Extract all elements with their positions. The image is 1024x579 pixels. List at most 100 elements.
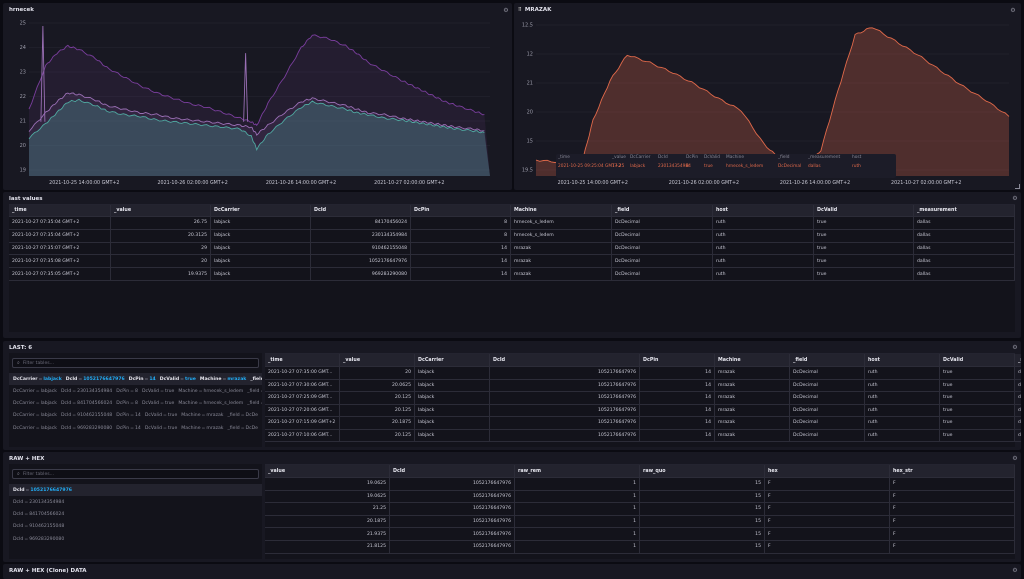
column-header[interactable]: raw_rem [515,465,640,478]
table-row[interactable]: 2021-10-27 07:15:09 GMT+2 20.1875 labjack 1… [265,417,1021,430]
table-row[interactable]: 21.25 1052176647976 1 15 F F [265,503,1015,516]
tag-pair: _field=DcDe [250,376,262,382]
column-header[interactable]: _measurement [914,205,1015,217]
table-cell: 1 [515,541,640,554]
table-cell: 19.9375 [111,268,211,281]
table-cell: 2021-10-27 07:35:04 GMT+2 [9,229,111,243]
column-header[interactable]: DcId [390,465,515,478]
tooltip-value: true [704,164,713,169]
table-cell: hrnecek_s_ledem [511,217,612,230]
filter-tables-input[interactable]: ⌕ Filter tables... [12,469,259,479]
column-header[interactable]: DcValid [814,205,914,217]
table-selector-item[interactable]: DcId=1052176647976 [9,484,262,496]
table-selector-item[interactable]: DcCarrier=labjack DcId=230134354984 DcPin=… [9,385,262,397]
table-row[interactable]: 2021-10-27 07:20:06 GMT... 20.125 labjack 1… [265,404,1021,417]
table-cell: 2021-10-27 07:35:08 GMT+2 [9,255,111,269]
table-row[interactable]: 19.0625 1052176647976 1 15 F F [265,490,1015,504]
tooltip-header: host [852,155,862,160]
column-header[interactable]: raw_quo [640,465,765,478]
gear-icon[interactable]: ⚙ [1012,195,1018,202]
column-header[interactable]: _value [265,465,390,478]
table-cell: 19.0625 [265,490,390,504]
table-cell: 2021-10-27 07:35:07 GMT+2 [9,242,111,256]
column-header[interactable]: _field [790,354,865,367]
column-header[interactable]: Machine [715,354,790,367]
column-header[interactable]: DcPin [640,354,715,367]
table-cell: ruth [865,417,940,430]
table-selector-item[interactable]: DcCarrier=labjack DcId=841704566024 DcPin=… [9,398,262,410]
column-header[interactable]: hex_str [890,465,1015,478]
column-header[interactable]: _time [265,354,340,367]
table-cell: 2021-10-27 07:35:04 GMT+2 [9,217,111,230]
table-selector-item[interactable]: DcCarrier=labjack DcId=910462155048 DcPin=… [9,410,262,422]
table-cell: mrazak [715,392,790,405]
column-header[interactable]: DcValid [940,354,1015,367]
raw-hex-table[interactable]: _value DcId raw_rem raw_quo hex hex_str 19.062… [265,464,1015,559]
table-selector-item[interactable]: DcCarrier=labjack DcId=969283290080 DcPin=… [9,422,262,434]
last-values-table[interactable]: _time _value DcCarrier DcId DcPin Machine _fie… [9,204,1015,332]
table-cell: ruth [865,404,940,417]
table-cell: 8 [411,217,511,230]
table-row[interactable]: 21.9375 1052176647976 1 15 F F [265,528,1015,541]
tooltip-value: 8 [686,164,689,169]
table-tag-list: DcCarrier=labjack DcId=1052176647976 DcPin… [9,373,262,447]
column-header[interactable]: host [713,205,814,217]
tag-pair: DcId=1052176647976 [13,487,72,493]
table-cell: dallas [914,255,1015,269]
table-row[interactable]: 2021-10-27 07:10:06 GMT... 20.125 labjack 1… [265,429,1021,442]
table-row[interactable]: 19.0625 1052176647976 1 15 F F [265,478,1015,491]
table-selector-item[interactable]: DcCarrier=labjack DcId=1052176647976 DcPin… [9,373,262,385]
resize-handle[interactable] [1015,184,1020,189]
table-row[interactable]: 20.1875 1052176647976 1 15 F F [265,515,1015,529]
column-header[interactable]: _field [612,205,713,217]
tooltip-header: Machine [726,155,744,160]
column-header[interactable]: host [865,354,940,367]
table-cell: true [814,268,914,281]
table-cell: dallas [1015,417,1021,430]
panel-raw-hex: RAW + HEX ⚙ ⌕ Filter tables... DcId=1052… [3,452,1021,562]
tag-pair: DcPin=14 [116,413,141,419]
hrnecek-chart[interactable]: 25 24 23 22 21 20 19 2021-10-25 14:00:00 GMT+2 2… [3,3,512,190]
table-cell: 29 [111,242,211,256]
tag-pair: Machine=hrnecek_s_ledem [178,401,244,407]
table-selector-item[interactable]: DcId=969283290080 [9,533,262,545]
table-row[interactable]: 2021-10-27 07:25:09 GMT... 20.125 labjack 1… [265,392,1021,405]
table-cell: 2021-10-27 07:25:09 GMT... [265,392,340,405]
column-header[interactable]: DcId [311,205,411,217]
column-header[interactable]: _time [9,205,111,217]
table-row[interactable]: 2021-10-27 07:35:08 GMT+2 20 labjack 105217… [9,255,1015,269]
table-row[interactable]: 2021-10-27 07:30:06 GMT... 20.0625 labjack… [265,379,1021,392]
column-header[interactable]: _measurement [1015,354,1021,367]
panel-hrnecek: hrnecek ⚙ 25 24 23 22 21 20 19 2021-10-25 14:00… [3,3,512,190]
table-cell: 14 [640,429,715,442]
table-row[interactable]: 2021-10-27 07:35:07 GMT+2 29 labjack 910462… [9,242,1015,256]
column-header[interactable]: _value [111,205,211,217]
column-header[interactable]: DcCarrier [415,354,490,367]
table-selector-item[interactable]: DcId=910462155048 [9,521,262,533]
column-header[interactable]: _value [340,354,415,367]
table-row[interactable]: 21.8125 1052176647976 1 15 F F [265,541,1015,554]
column-header[interactable]: DcPin [411,205,511,217]
table-selector-item[interactable]: DcId=841704566024 [9,509,262,521]
search-icon: ⌕ [17,360,20,366]
table-cell: 2021-10-27 07:35:00 GMT... [265,367,340,380]
gear-icon[interactable]: ⚙ [1012,455,1018,462]
table-row[interactable]: 2021-10-27 07:35:05 GMT+2 19.9375 labjack 9… [9,268,1015,281]
filter-tables-input[interactable]: ⌕ Filter tables... [12,358,259,368]
gear-icon[interactable]: ⚙ [1012,567,1018,574]
last6-table[interactable]: _time _value DcCarrier DcId DcPin Machine _fie… [265,353,1021,447]
column-header[interactable]: hex [765,465,890,478]
column-header[interactable]: Machine [511,205,612,217]
filter-placeholder: Filter tables... [22,471,55,477]
table-row[interactable]: 2021-10-27 07:35:00 GMT... 20 labjack 10521… [265,367,1021,380]
table-row[interactable]: 2021-10-27 07:35:04 GMT+2 20.3125 labjack 2… [9,229,1015,243]
table-cell: F [890,490,1015,504]
tooltip-header: DcPin [686,155,699,160]
table-row[interactable]: 2021-10-27 07:35:04 GMT+2 26.75 labjack 841… [9,217,1015,230]
table-selector-item[interactable]: DcId=230134354984 [9,496,262,508]
table-cell: 1 [515,515,640,529]
column-header[interactable]: DcId [490,354,640,367]
gear-icon[interactable]: ⚙ [1012,344,1018,351]
column-header[interactable]: DcCarrier [211,205,311,217]
tag-pair: DcId=841704566024 [13,512,65,518]
